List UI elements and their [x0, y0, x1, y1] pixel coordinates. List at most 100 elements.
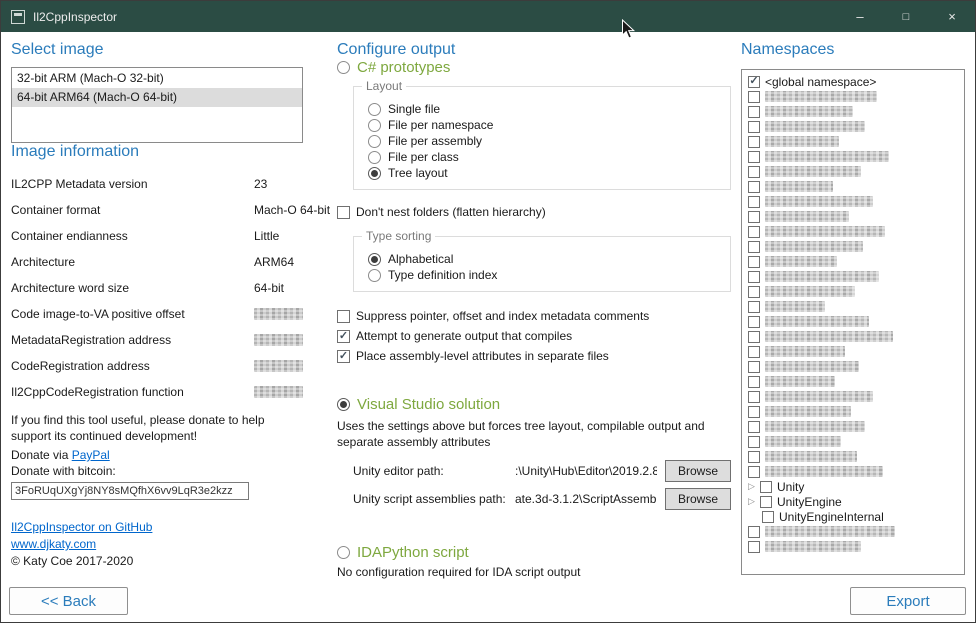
checkbox-icon-checked [337, 350, 350, 363]
namespace-item-unity[interactable]: ▷ Unity [746, 480, 960, 493]
namespace-item-redacted[interactable] [746, 525, 960, 538]
checkbox-assembly-attributes[interactable]: Place assembly-level attributes in separ… [337, 348, 731, 364]
namespace-item-redacted[interactable] [746, 540, 960, 553]
namespace-item-redacted[interactable] [746, 210, 960, 223]
vs-solution-description: Uses the settings above but forces tree … [337, 419, 709, 450]
radio-single-file[interactable]: Single file [368, 101, 720, 117]
namespace-label: UnityEngine [777, 495, 842, 509]
checkbox-suppress-comments[interactable]: Suppress pointer, offset and index metad… [337, 308, 731, 324]
namespace-item-redacted[interactable] [746, 195, 960, 208]
info-row: Architecture ARM64 [11, 249, 303, 275]
radio-label: File per assembly [388, 134, 482, 148]
namespace-item-redacted[interactable] [746, 330, 960, 343]
layout-group-label: Layout [362, 79, 406, 93]
browse-editor-button[interactable]: Browse [665, 460, 731, 482]
expander-icon[interactable]: ▷ [748, 480, 760, 493]
radio-type-definition-index[interactable]: Type definition index [368, 267, 720, 283]
namespace-label: Unity [777, 480, 804, 494]
ida-description: No configuration required for IDA script… [337, 565, 709, 581]
radio-file-per-namespace[interactable]: File per namespace [368, 117, 720, 133]
info-value: ARM64 [254, 255, 294, 269]
paypal-link[interactable]: PayPal [72, 448, 110, 462]
namespace-item-redacted[interactable] [746, 270, 960, 283]
maximize-button[interactable]: □ [883, 1, 929, 32]
radio-file-per-assembly[interactable]: File per assembly [368, 133, 720, 149]
namespace-item-redacted[interactable] [746, 135, 960, 148]
namespace-item-redacted[interactable] [746, 420, 960, 433]
radio-tree-layout[interactable]: Tree layout [368, 165, 720, 181]
checkbox-icon [748, 226, 760, 238]
radio-idapython-script[interactable]: IDAPython script [337, 544, 731, 561]
info-label: Il2CppCodeRegistration function [11, 385, 254, 399]
namespaces-panel: Namespaces <global namespace> [741, 41, 967, 575]
namespace-item-redacted[interactable] [746, 375, 960, 388]
namespace-item-redacted[interactable] [746, 180, 960, 193]
namespace-item-redacted[interactable] [746, 360, 960, 373]
checkbox-icon [748, 196, 760, 208]
radio-csharp-prototypes[interactable]: C# prototypes [337, 59, 731, 76]
checkbox-flatten-hierarchy[interactable]: Don't nest folders (flatten hierarchy) [337, 204, 731, 220]
unity-script-path-label: Unity script assemblies path: [353, 492, 515, 506]
bitcoin-address-input[interactable] [11, 482, 249, 500]
radio-file-per-class[interactable]: File per class [368, 149, 720, 165]
website-link[interactable]: www.djkaty.com [11, 537, 96, 551]
checkbox-icon [748, 436, 760, 448]
image-info-table: IL2CPP Metadata version 23 Container for… [11, 171, 303, 405]
namespace-item-redacted[interactable] [746, 405, 960, 418]
checkbox-icon [760, 481, 772, 493]
image-option[interactable]: 32-bit ARM (Mach-O 32-bit) [12, 69, 302, 88]
namespace-item-redacted[interactable] [746, 435, 960, 448]
close-button[interactable]: × [929, 1, 975, 32]
github-link[interactable]: Il2CppInspector on GitHub [11, 520, 152, 534]
namespace-item-redacted[interactable] [746, 165, 960, 178]
info-row: Architecture word size 64-bit [11, 275, 303, 301]
namespace-item-redacted[interactable] [746, 300, 960, 313]
radio-label: IDAPython script [357, 544, 469, 561]
radio-label: Type definition index [388, 268, 497, 282]
namespace-item-redacted[interactable] [746, 90, 960, 103]
namespace-item-redacted[interactable] [746, 150, 960, 163]
radio-label: Alphabetical [388, 252, 453, 266]
radio-visual-studio-solution[interactable]: Visual Studio solution [337, 396, 731, 413]
back-button[interactable]: << Back [9, 587, 128, 615]
namespace-item-unityengine[interactable]: ▷ UnityEngine [746, 495, 960, 508]
namespace-item-redacted[interactable] [746, 255, 960, 268]
redacted-value [254, 360, 303, 372]
radio-alphabetical[interactable]: Alphabetical [368, 251, 720, 267]
image-option-selected[interactable]: 64-bit ARM64 (Mach-O 64-bit) [12, 88, 302, 107]
donate-via-label: Donate via [11, 448, 72, 462]
namespace-item-redacted[interactable] [746, 225, 960, 238]
checkbox-icon [748, 301, 760, 313]
namespace-item-unityengineinternal[interactable]: UnityEngineInternal [746, 510, 960, 523]
namespace-item-redacted[interactable] [746, 105, 960, 118]
namespace-item-redacted[interactable] [746, 390, 960, 403]
namespace-item-redacted[interactable] [746, 240, 960, 253]
app-window: Il2CppInspector – □ × Select image 32-bi… [0, 0, 976, 623]
image-listbox[interactable]: 32-bit ARM (Mach-O 32-bit) 64-bit ARM64 … [11, 67, 303, 143]
browse-script-button[interactable]: Browse [665, 488, 731, 510]
namespace-item-redacted[interactable] [746, 315, 960, 328]
namespace-item-redacted[interactable] [746, 285, 960, 298]
namespaces-list[interactable]: <global namespace> [741, 69, 965, 575]
minimize-button[interactable]: – [837, 1, 883, 32]
checkbox-icon [748, 256, 760, 268]
namespace-item-redacted[interactable] [746, 450, 960, 463]
image-information-heading: Image information [11, 143, 303, 161]
checkbox-icon [760, 496, 772, 508]
expander-icon[interactable]: ▷ [748, 495, 760, 508]
checkbox-icon [748, 151, 760, 163]
info-label: Container format [11, 203, 254, 217]
checkbox-generate-compilable[interactable]: Attempt to generate output that compiles [337, 328, 731, 344]
namespace-item-redacted[interactable] [746, 120, 960, 133]
configure-output-heading: Configure output [337, 41, 731, 59]
export-button[interactable]: Export [850, 587, 966, 615]
namespace-item-redacted[interactable] [746, 345, 960, 358]
info-value: Mach-O 64-bit [254, 203, 330, 217]
namespace-item-global[interactable]: <global namespace> [746, 75, 960, 88]
namespace-item-redacted[interactable] [746, 465, 960, 478]
radio-label: File per namespace [388, 118, 493, 132]
info-label: Architecture [11, 255, 254, 269]
checkbox-icon [748, 121, 760, 133]
info-value: Little [254, 229, 279, 243]
titlebar[interactable]: Il2CppInspector – □ × [1, 1, 975, 32]
